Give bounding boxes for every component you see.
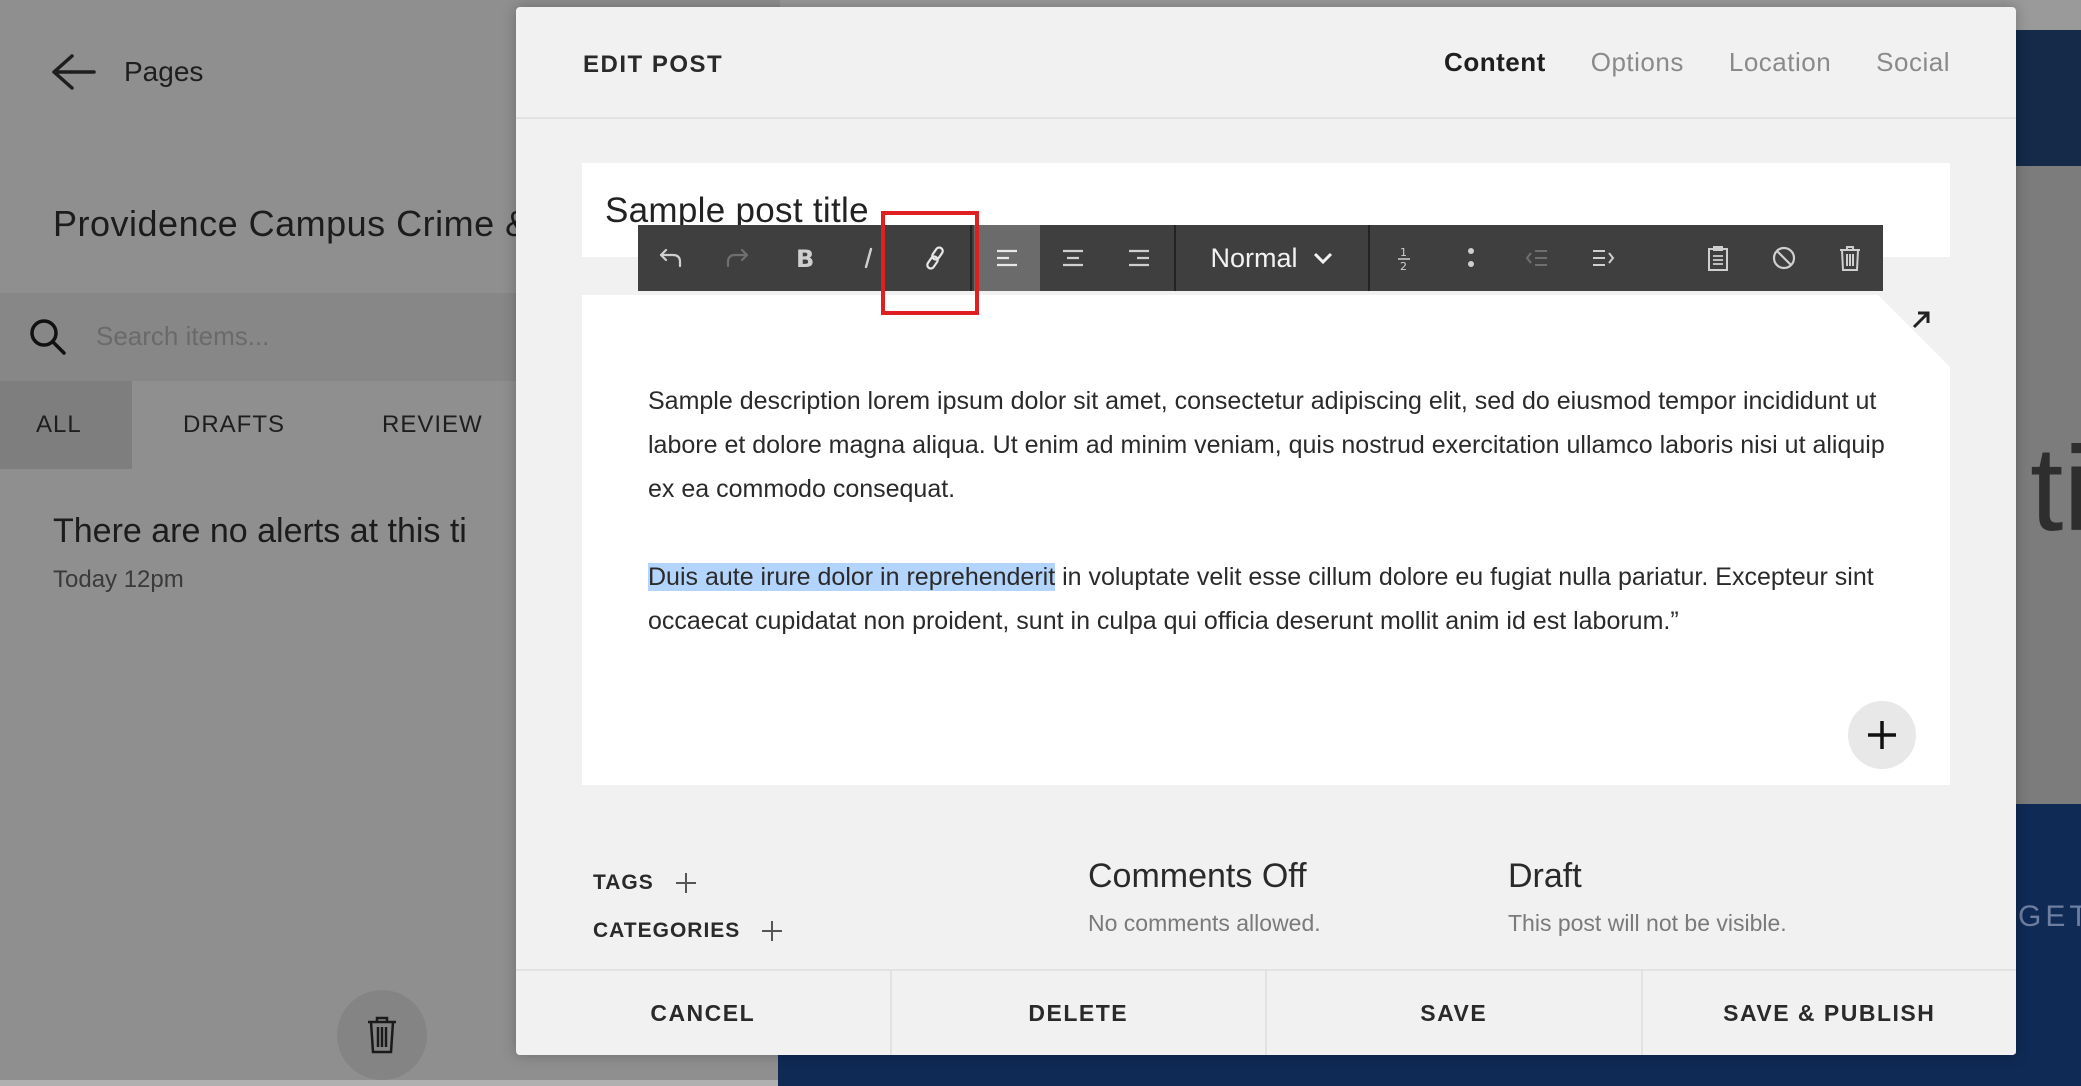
bold-button[interactable]: B [770, 225, 836, 291]
search-input[interactable]: Search items... [96, 321, 269, 352]
svg-text:2: 2 [1400, 260, 1407, 272]
status-heading: Draft [1508, 857, 1582, 895]
tab-location[interactable]: Location [1729, 47, 1831, 78]
ordered-list-icon: 12 [1398, 246, 1410, 272]
modal-header: EDIT POST Content Options Location Socia… [516, 7, 2016, 119]
add-tag-icon[interactable] [674, 871, 698, 895]
tab-drafts[interactable]: DRAFTS [132, 381, 332, 469]
indent-icon [1593, 250, 1615, 266]
tab-all[interactable]: ALL [0, 381, 132, 469]
preview-button-label: GET [2018, 900, 2081, 933]
categories-row[interactable]: CATEGORIES [593, 919, 784, 943]
align-right-icon [1129, 249, 1149, 267]
back-label: Pages [124, 56, 204, 87]
tab-options[interactable]: Options [1591, 47, 1684, 78]
indent-button[interactable] [1570, 225, 1636, 291]
annotation-highlight-box [881, 211, 979, 315]
status-setting[interactable]: Draft This post will not be visible. [1508, 857, 1787, 937]
svg-text:1: 1 [1400, 246, 1407, 259]
text-style-value: Normal [1210, 242, 1298, 273]
delete-button[interactable]: DELETE [892, 971, 1267, 1055]
trash-icon [368, 1016, 396, 1054]
site-title: Providence Campus Crime & [53, 203, 530, 244]
trash-icon [1840, 246, 1860, 271]
arrow-left-icon [52, 54, 96, 90]
clipboard-icon [1708, 246, 1728, 271]
align-center-button[interactable] [1040, 225, 1106, 291]
edit-post-modal: EDIT POST Content Options Location Socia… [516, 7, 2016, 1055]
chevron-down-icon [1313, 252, 1332, 265]
selected-text[interactable]: Duis aute irure dolor in reprehenderit [648, 563, 1056, 591]
comments-subtext: No comments allowed. [1088, 910, 1321, 936]
tab-content[interactable]: Content [1444, 47, 1546, 78]
outdent-button[interactable] [1504, 225, 1570, 291]
modal-footer: CANCEL DELETE SAVE SAVE & PUBLISH [516, 969, 2016, 1055]
text-style-dropdown[interactable]: Normal [1178, 225, 1366, 291]
body-paragraph-1[interactable]: Sample description lorem ipsum dolor sit… [648, 379, 1898, 511]
alert-title: There are no alerts at this ti [53, 512, 467, 550]
preview-footer [778, 1054, 2081, 1086]
cancel-button[interactable]: CANCEL [516, 971, 892, 1055]
tab-review[interactable]: REVIEW [332, 381, 532, 469]
tags-label: TAGS [593, 871, 654, 894]
body-paragraph-2[interactable]: Duis aute irure dolor in reprehenderit i… [648, 555, 1898, 643]
plus-icon [1868, 721, 1896, 749]
preview-banner [2016, 30, 2081, 166]
search-icon [30, 319, 66, 355]
modal-tabs: Content Options Location Social [1444, 47, 1950, 78]
clear-formatting-button[interactable] [1751, 225, 1817, 291]
toolbar-divider [1174, 225, 1176, 291]
post-body-editor[interactable]: Sample description lorem ipsum dolor sit… [582, 295, 1950, 785]
bold-icon: B [796, 245, 814, 272]
add-category-icon[interactable] [760, 919, 784, 943]
formatting-toolbar: B Normal 12 [638, 225, 1883, 291]
redo-button[interactable] [704, 225, 770, 291]
align-left-icon [997, 249, 1017, 267]
align-center-icon [1063, 249, 1083, 267]
add-block-button[interactable] [1848, 701, 1916, 769]
categories-label: CATEGORIES [593, 919, 741, 942]
align-left-button[interactable] [974, 225, 1040, 291]
bullet-list-icon [1468, 248, 1474, 267]
toolbar-divider [1368, 225, 1370, 291]
italic-icon [864, 247, 873, 269]
redo-icon [726, 248, 749, 268]
bullet-list-button[interactable] [1438, 225, 1504, 291]
tab-social[interactable]: Social [1876, 47, 1950, 78]
save-button[interactable]: SAVE [1267, 971, 1643, 1055]
delete-block-button[interactable] [1817, 225, 1883, 291]
post-meta-section: TAGS CATEGORIES Comments Off No comments… [516, 827, 2016, 977]
outdent-icon [1525, 250, 1547, 266]
clear-format-icon [1772, 246, 1796, 270]
divider [0, 1080, 840, 1086]
ordered-list-button[interactable]: 12 [1372, 225, 1438, 291]
status-subtext: This post will not be visible. [1508, 910, 1787, 936]
comments-heading: Comments Off [1088, 857, 1307, 895]
paste-button[interactable] [1685, 225, 1751, 291]
align-right-button[interactable] [1106, 225, 1172, 291]
alert-time: Today 12pm [53, 566, 184, 593]
back-to-pages-link[interactable]: Pages [50, 52, 203, 92]
comments-setting[interactable]: Comments Off No comments allowed. [1088, 857, 1321, 937]
preview-title-fragment: ti [2030, 422, 2081, 556]
undo-button[interactable] [638, 225, 704, 291]
delete-page-button[interactable] [337, 990, 427, 1080]
undo-icon [659, 248, 682, 268]
svg-text:B: B [796, 245, 814, 272]
tags-row[interactable]: TAGS [593, 871, 698, 895]
expand-icon[interactable] [1908, 307, 1934, 333]
save-and-publish-button[interactable]: SAVE & PUBLISH [1643, 971, 2017, 1055]
modal-title: EDIT POST [583, 51, 724, 78]
